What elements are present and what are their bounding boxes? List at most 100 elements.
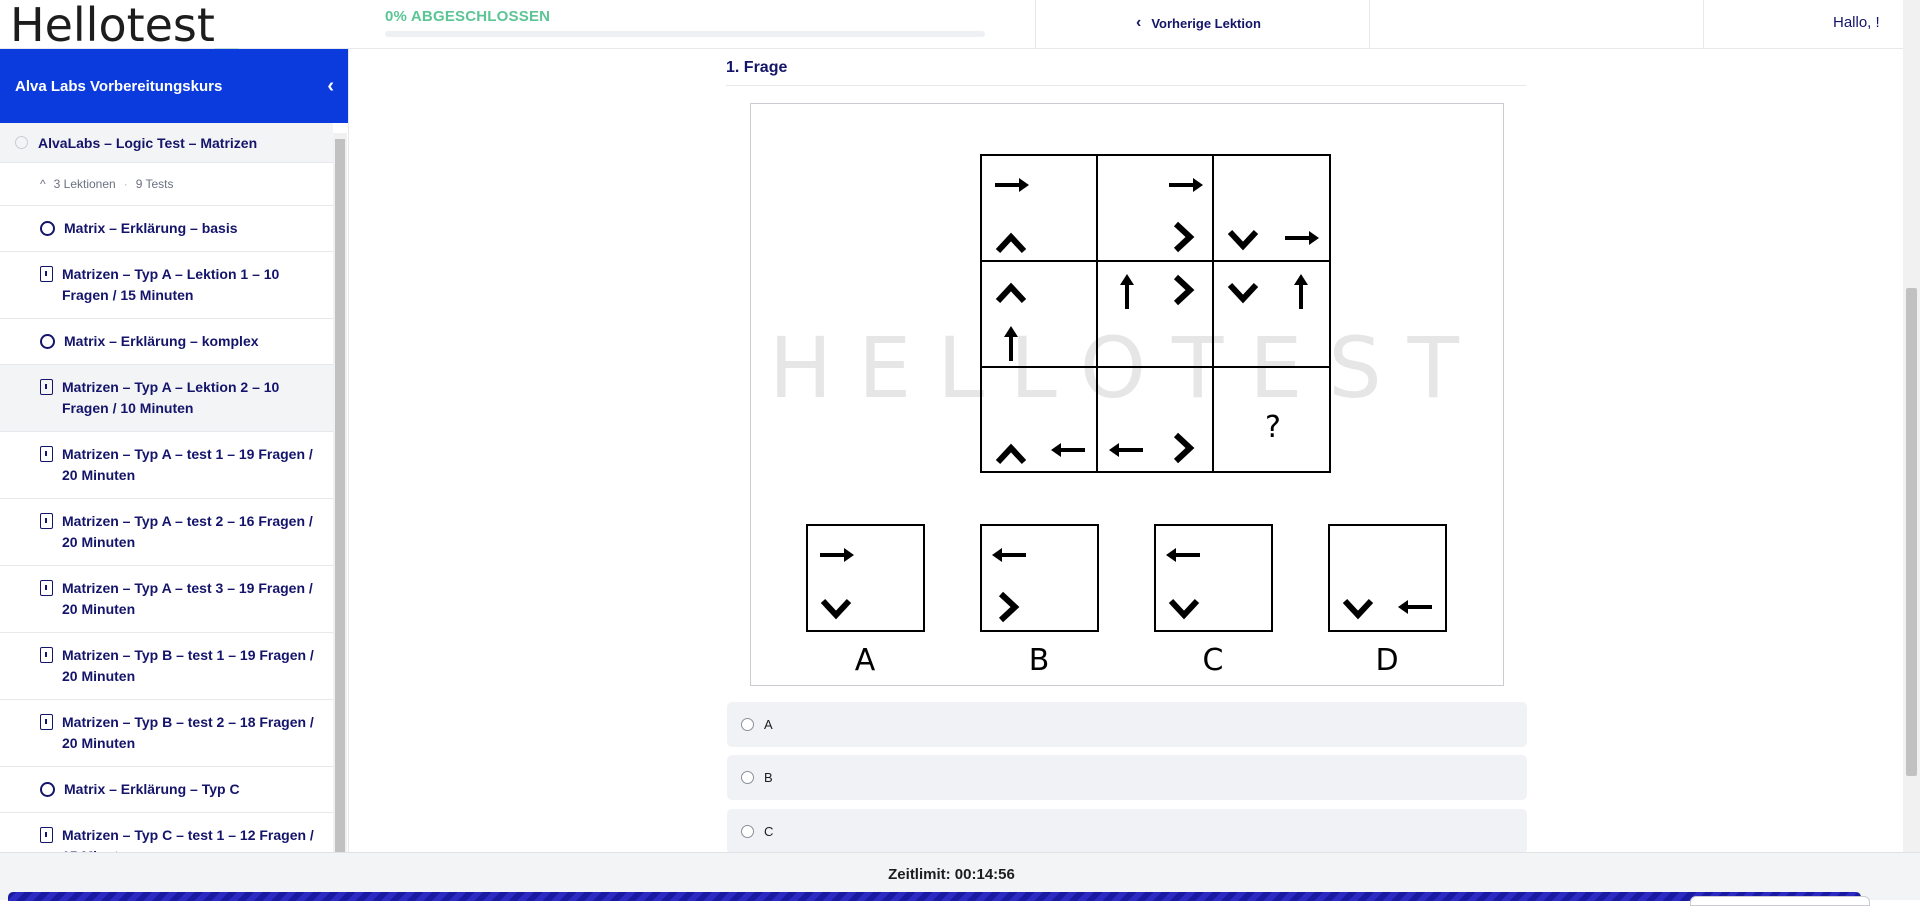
answer-option-a[interactable]: A — [727, 702, 1527, 747]
answer-radio[interactable] — [741, 718, 754, 731]
arrow-right-icon — [818, 546, 856, 564]
sidebar-item-label: Matrizen – Typ B – test 2 – 18 Fragen / … — [62, 714, 314, 751]
sidebar-item-label: Matrizen – Typ A – test 1 – 19 Fragen / … — [62, 446, 313, 483]
sidebar-item-label: Matrizen – Typ A – test 3 – 19 Fragen / … — [62, 580, 313, 617]
test-icon — [40, 714, 53, 730]
sidebar-item-label: Matrizen – Typ B – test 1 – 19 Fragen / … — [62, 647, 314, 684]
answer-option-c[interactable]: C — [727, 809, 1527, 852]
sidebar-item[interactable]: Matrizen – Typ A – test 3 – 19 Fragen / … — [0, 566, 333, 633]
question-title: 1. Frage — [726, 59, 788, 76]
chevron-up-icon: ^ — [40, 177, 46, 191]
option-letter-b: B — [1029, 643, 1050, 678]
test-icon — [40, 446, 53, 462]
sidebar-item-label: Matrix – Erklärung – komplex — [64, 333, 259, 349]
circle-icon — [40, 782, 55, 797]
progress-label: 0% ABGESCHLOSSEN — [385, 8, 551, 25]
circle-icon — [40, 334, 55, 349]
lessons-count: 3 Lektionen — [53, 177, 116, 191]
tests-count: 9 Tests — [135, 177, 174, 191]
header-divider — [1035, 0, 1036, 49]
sidebar-item[interactable]: Matrizen – Typ B – test 2 – 18 Fragen / … — [0, 700, 333, 767]
chevron-down-icon — [1171, 601, 1197, 615]
chevron-up-icon — [998, 287, 1024, 301]
sidebar-item[interactable]: Matrizen – Typ A – Lektion 1 – 10 Fragen… — [0, 252, 333, 319]
option-boxes — [806, 524, 1447, 632]
top-bar: Hellotest_ 0% ABGESCHLOSSEN ‹ Vorherige … — [0, 0, 1903, 52]
arrow-left-icon — [1164, 546, 1202, 564]
user-greeting[interactable]: Hallo, ! — [1833, 14, 1880, 31]
previous-lesson-button[interactable]: ‹ Vorherige Lektion — [1136, 14, 1261, 32]
sidebar-item-label: Matrix – Erklärung – Typ C — [64, 781, 240, 797]
answer-radio[interactable] — [741, 771, 754, 784]
header-divider — [1369, 0, 1370, 49]
page-scrollbar[interactable] — [1903, 0, 1920, 852]
answer-label: C — [764, 824, 774, 839]
chevron-right-icon — [1176, 277, 1190, 303]
matrix-puzzle-svg: HELLOTEST ? A B C D — [769, 154, 1459, 678]
sidebar-item-label: Matrizen – Typ A – Lektion 2 – 10 Fragen… — [62, 379, 280, 416]
logo-underscore: _ — [214, 0, 238, 52]
footer-bar: Zeitlimit: 00:14:56 — [0, 852, 1920, 906]
sidebar-item-label: Matrizen – Typ A – test 2 – 16 Fragen / … — [62, 513, 313, 550]
sidebar-item-label: Matrizen – Typ A – Lektion 1 – 10 Fragen… — [62, 266, 280, 303]
sidebar-scroll-thumb[interactable] — [335, 139, 345, 852]
sidebar-item[interactable]: Matrizen – Typ C – test 1 – 12 Fragen / … — [0, 813, 333, 852]
answer-label: A — [764, 717, 773, 732]
sidebar-item[interactable]: Matrizen – Typ A – Lektion 2 – 10 Fragen… — [0, 365, 333, 432]
chevron-up-icon — [998, 237, 1024, 251]
chevron-right-icon — [1001, 594, 1015, 620]
arrow-left-icon — [1396, 598, 1434, 616]
logo-text: Hellotest — [10, 0, 215, 52]
sidebar-item[interactable]: Matrix – Erklärung – Typ C — [0, 767, 333, 813]
option-letter-c: C — [1203, 643, 1224, 678]
missing-cell-question-mark: ? — [1265, 410, 1281, 445]
test-icon — [40, 513, 53, 529]
section-header[interactable]: AlvaLabs – Logic Test – Matrizen — [0, 123, 333, 163]
sidebar-item[interactable]: Matrix – Erklärung – basis — [0, 206, 333, 252]
test-icon — [40, 379, 53, 395]
test-icon — [40, 580, 53, 596]
course-progress: 0% ABGESCHLOSSEN — [385, 8, 985, 37]
main-content: 1. Frage HELLOTEST ? A B C D A B C — [350, 49, 1903, 852]
test-icon — [40, 827, 53, 843]
arrow-up-icon — [1292, 272, 1310, 311]
chevron-down-icon — [1230, 232, 1256, 246]
sidebar-scrollbar[interactable] — [333, 133, 347, 852]
matrix-puzzle-image: HELLOTEST ? A B C D — [750, 103, 1504, 686]
arrow-up-icon — [1118, 272, 1136, 311]
sidebar-item[interactable]: Matrizen – Typ A – test 2 – 16 Fragen / … — [0, 499, 333, 566]
arrow-left-icon — [990, 546, 1028, 564]
lesson-list: AlvaLabs – Logic Test – Matrizen ^ 3 Lek… — [0, 123, 333, 852]
chevron-down-icon — [1345, 601, 1371, 615]
question-divider — [726, 85, 1526, 86]
sidebar-item-label: Matrizen – Typ C – test 1 – 12 Fragen / … — [62, 827, 314, 852]
course-title: Alva Labs Vorbereitungskurs — [15, 77, 223, 95]
chevron-right-icon — [1176, 435, 1190, 461]
chevron-right-icon — [1176, 224, 1190, 250]
sidebar-item-label: Matrix – Erklärung – basis — [64, 220, 238, 236]
answer-label: B — [764, 770, 773, 785]
section-meta[interactable]: ^ 3 Lektionen · 9 Tests — [0, 163, 333, 206]
answer-radio[interactable] — [741, 825, 754, 838]
collapse-sidebar-icon[interactable]: ‹ — [327, 75, 334, 98]
arrow-right-icon — [1283, 229, 1321, 247]
chevron-down-icon — [1230, 285, 1256, 299]
sidebar-item[interactable]: Matrizen – Typ A – test 1 – 19 Fragen / … — [0, 432, 333, 499]
test-icon — [40, 266, 53, 282]
circle-icon — [40, 221, 55, 236]
page-scroll-thumb[interactable] — [1906, 288, 1917, 776]
sidebar-item[interactable]: Matrizen – Typ B – test 1 – 19 Fragen / … — [0, 633, 333, 700]
arrow-left-icon — [1107, 441, 1145, 459]
course-sidebar: Alva Labs Vorbereitungskurs ‹ AlvaLabs –… — [0, 49, 349, 852]
meta-separator: · — [123, 177, 128, 191]
chevron-up-icon — [998, 448, 1024, 462]
hellotest-logo[interactable]: Hellotest_ — [10, 0, 238, 52]
arrow-right-icon — [993, 176, 1031, 194]
time-limit: Zeitlimit: 00:14:56 — [888, 866, 1015, 883]
answer-option-b[interactable]: B — [727, 755, 1527, 800]
arrow-left-icon — [1049, 441, 1087, 459]
footer-button[interactable] — [1690, 896, 1870, 906]
header-divider — [1703, 0, 1704, 49]
section-status-icon — [15, 136, 28, 149]
sidebar-item[interactable]: Matrix – Erklärung – komplex — [0, 319, 333, 365]
